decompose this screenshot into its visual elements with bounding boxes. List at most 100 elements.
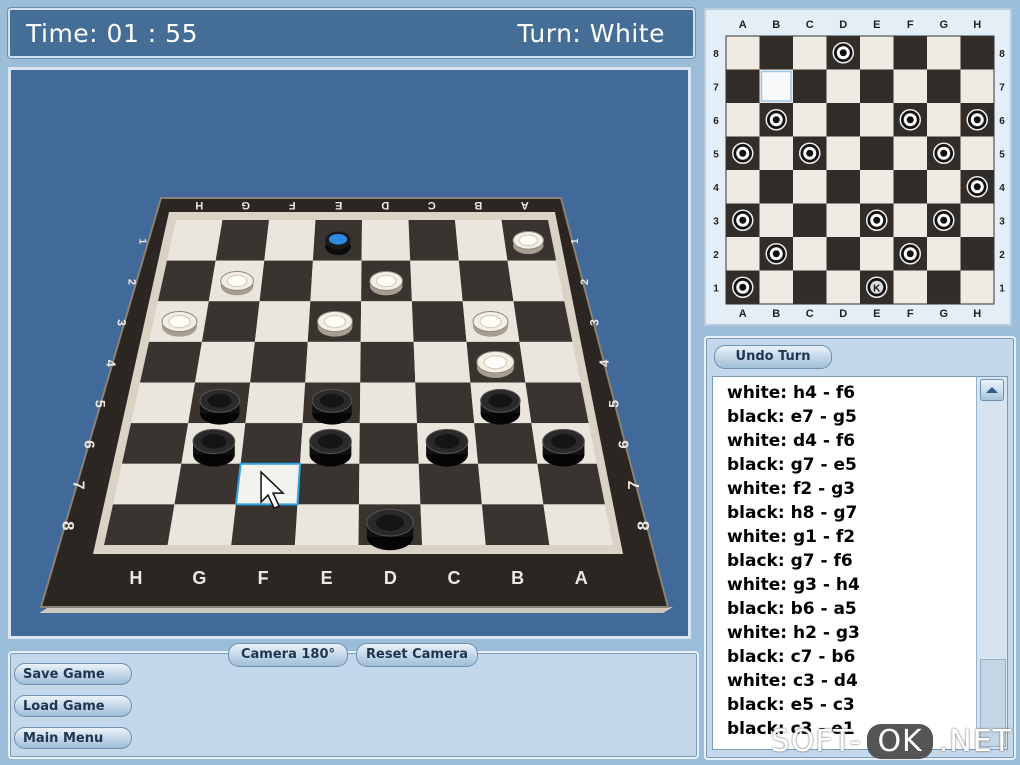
mini-rank-label-right: 4: [999, 183, 1005, 194]
black-piece: [309, 428, 352, 467]
piece-inner: [317, 434, 343, 449]
mini-highlight-square: [760, 70, 792, 102]
right-rank-label: 4: [596, 359, 611, 367]
white-piece: [161, 310, 198, 337]
mini-square: [793, 103, 827, 137]
scrollbar[interactable]: [976, 377, 1007, 749]
load-game-button[interactable]: Load Game: [14, 695, 132, 717]
black-piece: [542, 428, 585, 467]
white-piece: [512, 231, 544, 255]
piece-inner: [483, 355, 508, 370]
mini-rank-label-left: 5: [713, 149, 719, 160]
mini-file-label-bottom: H: [973, 308, 981, 320]
board-square: [418, 463, 482, 505]
piece-inner: [376, 514, 404, 531]
mini-piece-center: [873, 216, 881, 224]
mini-rank-label-left: 7: [713, 82, 719, 93]
mini-square: [960, 136, 994, 170]
mini-file-label-top: C: [806, 19, 814, 31]
mini-piece-center: [906, 116, 914, 124]
camera-180-button[interactable]: Camera 180°: [228, 643, 348, 667]
board-square: [413, 341, 471, 383]
mini-square: [893, 203, 927, 237]
mini-rank-label-left: 3: [713, 216, 719, 227]
board-square: [231, 504, 298, 545]
mini-piece-center: [772, 250, 780, 258]
mini-piece-center: [973, 183, 981, 191]
move-history-list[interactable]: white: h4 - f6 black: e7 - g5 white: d4 - …: [712, 376, 1008, 750]
mini-board[interactable]: A A B B C C D D E E F F G G H H 8 8 7 7 6 6 5 5 4 4 3 3 2 2 1 1 K: [706, 10, 1010, 324]
board-square: [122, 423, 189, 464]
mini-rank-label-left: 1: [713, 283, 719, 294]
mini-square: [726, 69, 760, 103]
mini-rank-label-left: 6: [713, 116, 719, 127]
right-rank-label: 8: [634, 521, 653, 530]
mini-square: [826, 170, 860, 204]
mini-square: [927, 170, 961, 204]
mini-rank-label-right: 1: [999, 283, 1005, 294]
board-square: [408, 220, 459, 261]
move-entry: black: e7 - g5: [727, 407, 857, 427]
mini-square: [726, 237, 760, 271]
reset-camera-button[interactable]: Reset Camera: [356, 643, 478, 667]
mini-square: [826, 136, 860, 170]
mini-square: [893, 136, 927, 170]
white-piece: [472, 310, 509, 337]
undo-turn-button[interactable]: Undo Turn: [714, 345, 832, 369]
left-rank-label: 6: [81, 440, 98, 448]
save-game-button[interactable]: Save Game: [14, 663, 132, 685]
mini-square: [726, 103, 760, 137]
right-rank-label: 2: [579, 279, 591, 285]
mini-rank-label-left: 4: [713, 183, 719, 194]
top-file-label: G: [241, 199, 250, 211]
move-entry: white: g1 - f2: [727, 527, 856, 547]
mini-square: [960, 270, 994, 304]
chevron-up-icon: [986, 387, 998, 393]
board-3d-view[interactable]: H G F E D C B A H G F E D C B A 1 1 2 2 3 3 4 4 5 5 6 6 7 7 8 8: [8, 67, 691, 639]
board-square: [537, 463, 605, 505]
mini-square: [860, 36, 894, 70]
mini-piece-center: [940, 216, 948, 224]
timer-label: Time: 01 : 55: [26, 19, 198, 48]
mini-file-label-bottom: A: [739, 308, 747, 320]
mini-file-label-bottom: C: [806, 308, 814, 320]
mini-square: [759, 203, 793, 237]
board-square: [410, 260, 463, 302]
board-square: [420, 504, 486, 545]
board-square: [519, 341, 581, 383]
mini-piece-center: [839, 49, 847, 57]
mini-piece-center: [739, 283, 747, 291]
piece-inner: [201, 434, 227, 449]
mini-square: [960, 237, 994, 271]
board-square: [507, 260, 565, 302]
scroll-up-button[interactable]: [980, 379, 1004, 401]
mini-file-label-top: D: [839, 19, 847, 31]
board-square: [474, 423, 538, 464]
mini-piece: [732, 209, 754, 231]
main-menu-button[interactable]: Main Menu: [14, 727, 132, 749]
mini-file-label-bottom: E: [873, 308, 880, 320]
mini-piece: [732, 276, 754, 298]
move-entry: white: h2 - g3: [727, 623, 860, 643]
left-rank-label: 5: [93, 400, 109, 408]
move-entry: white: g3 - h4: [727, 575, 860, 595]
board-square: [259, 260, 313, 302]
piece-inner: [551, 434, 577, 449]
mini-file-label-top: G: [939, 19, 948, 31]
right-rank-label: 5: [606, 400, 622, 408]
board-3d[interactable]: H G F E D C B A H G F E D C B A 1 1 2 2 3 3 4 4 5 5 6 6 7 7 8 8: [11, 70, 688, 636]
bottom-file-label: G: [192, 568, 206, 588]
mini-file-label-top: A: [739, 19, 747, 31]
top-file-label: C: [428, 199, 436, 211]
mini-square: [927, 69, 961, 103]
black-piece: [366, 508, 414, 551]
board-square: [297, 463, 360, 505]
mini-square: [826, 203, 860, 237]
mini-piece-center: [906, 250, 914, 258]
piece-inner: [488, 393, 513, 408]
mini-file-label-bottom: F: [907, 308, 914, 320]
left-rank-label: 8: [59, 521, 78, 530]
mini-rank-label-right: 2: [999, 250, 1005, 261]
mini-square: [893, 69, 927, 103]
mini-square: [860, 103, 894, 137]
